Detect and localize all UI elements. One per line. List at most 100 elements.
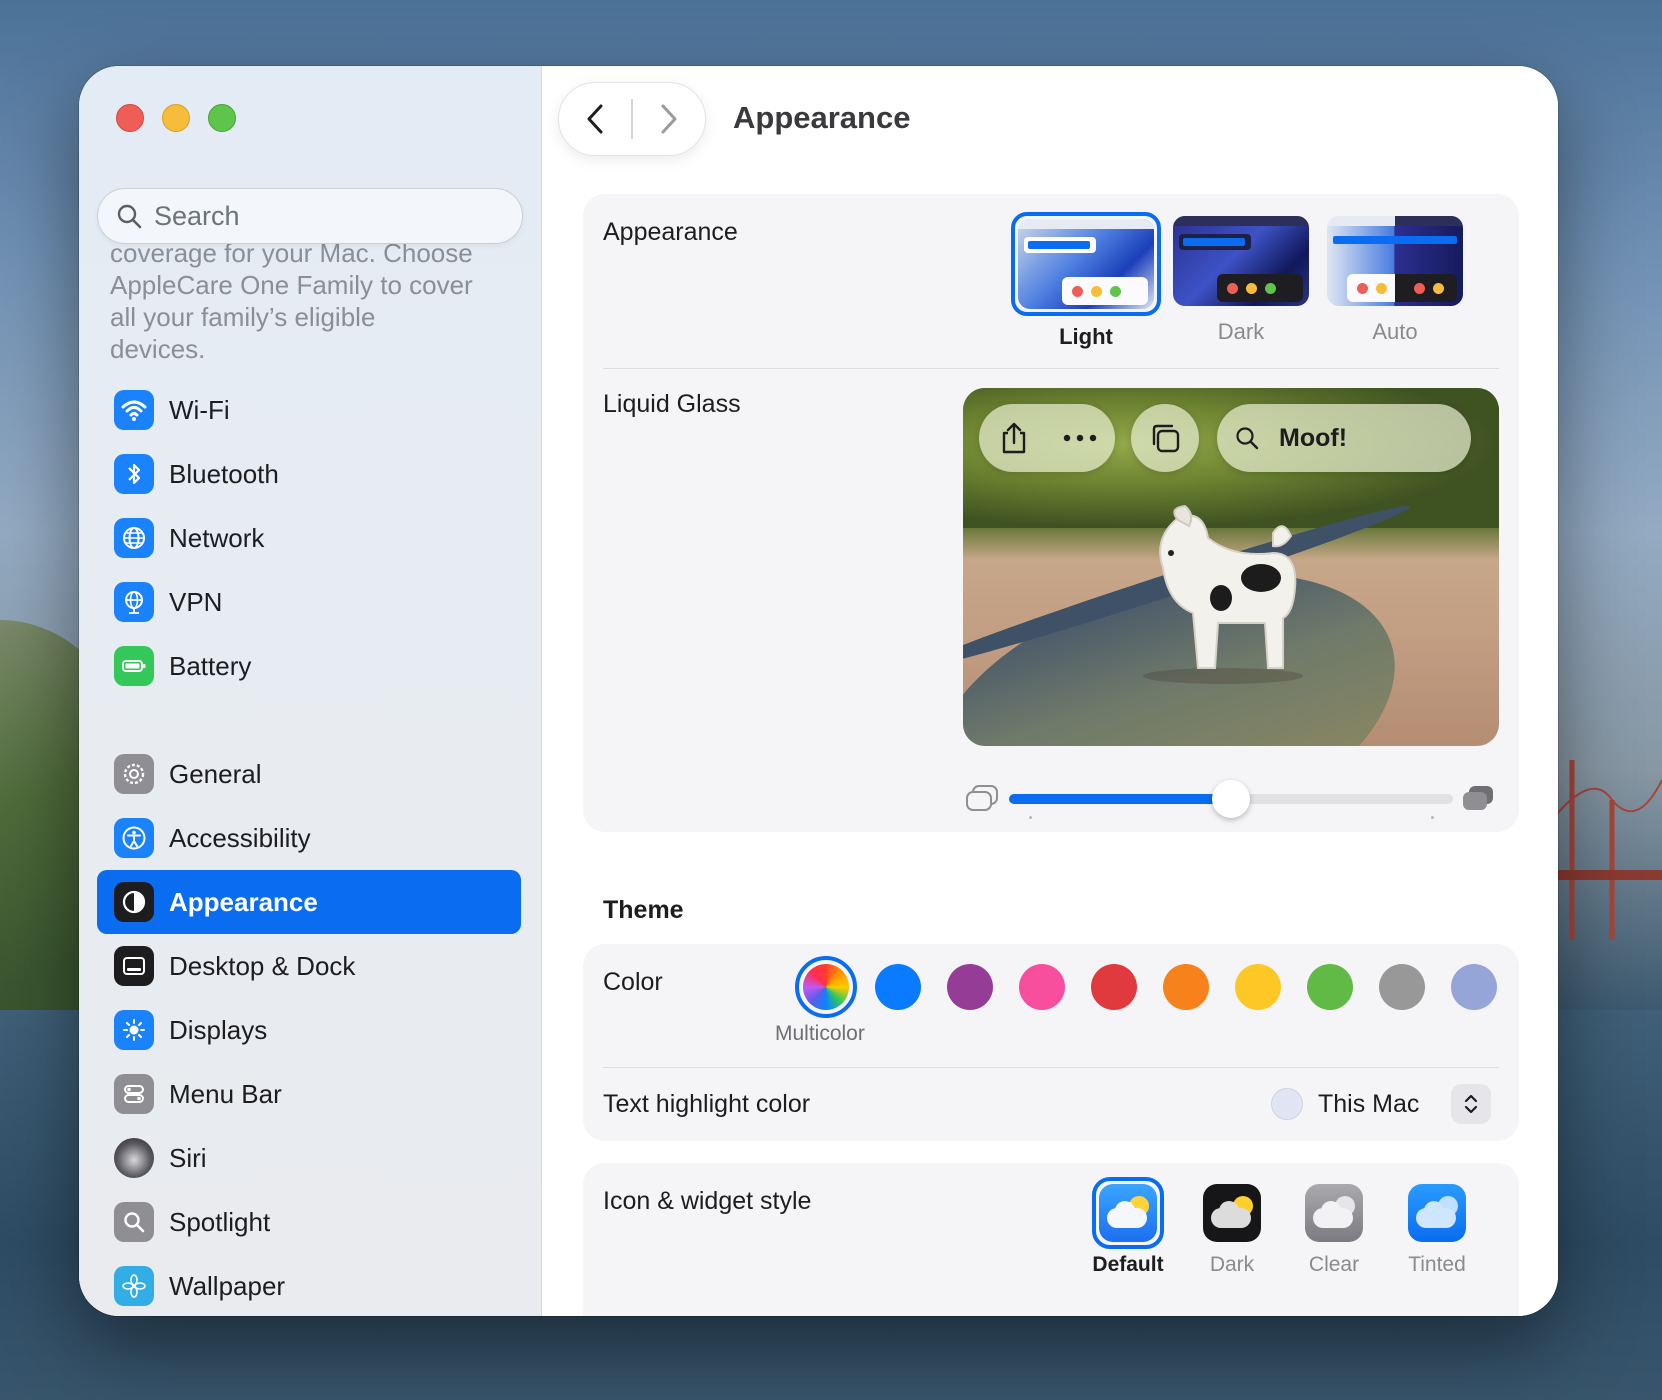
gear-icon xyxy=(114,754,154,794)
highlight-swatch xyxy=(1271,1088,1303,1120)
globe-icon xyxy=(114,518,154,558)
icon-style-clear[interactable]: Clear xyxy=(1284,1177,1384,1277)
sidebar-item-appearance[interactable]: Appearance xyxy=(97,870,521,934)
slider-knob[interactable] xyxy=(1212,780,1250,818)
tinted-glass-icon[interactable] xyxy=(1461,784,1495,812)
sidebar-item-label: Wallpaper xyxy=(169,1270,286,1301)
zoom-button[interactable] xyxy=(208,104,236,132)
menubar-icon xyxy=(114,1074,154,1114)
sidebar-item-menu-bar[interactable]: Menu Bar xyxy=(97,1062,521,1126)
sidebar-item-siri[interactable]: Siri xyxy=(97,1126,521,1190)
chevron-up-down-icon xyxy=(1464,1094,1478,1114)
sidebar-item-wifi[interactable]: Wi-Fi xyxy=(97,378,521,442)
more-icon[interactable] xyxy=(1063,434,1097,442)
icon-style-option-label: Dark xyxy=(1209,1253,1255,1276)
weather-icon xyxy=(1305,1184,1363,1242)
color-swatch-yellow[interactable] xyxy=(1235,964,1281,1010)
appearance-option-dark[interactable]: Dark xyxy=(1166,212,1316,345)
color-swatch-green[interactable] xyxy=(1307,964,1353,1010)
sidebar-item-label: Appearance xyxy=(169,886,318,917)
icon-style-label: Icon & widget style xyxy=(603,1187,812,1215)
color-swatch-wallpaper[interactable] xyxy=(1451,964,1497,1010)
color-swatch-pink[interactable] xyxy=(1019,964,1065,1010)
dark-preview xyxy=(1173,216,1309,306)
sidebar-item-vpn[interactable]: VPN xyxy=(97,570,521,634)
sidebar-group-connectivity: Wi-Fi Bluetooth Network VPN Battery xyxy=(97,378,521,698)
clear-glass-icon[interactable] xyxy=(965,784,999,812)
appearance-option-auto[interactable]: Auto xyxy=(1320,212,1470,345)
forward-button[interactable] xyxy=(633,82,705,156)
window-controls xyxy=(116,104,236,132)
sidebar-item-label: Spotlight xyxy=(169,1206,271,1237)
sidebar-item-label: Displays xyxy=(169,1014,268,1045)
color-swatch-purple[interactable] xyxy=(947,964,993,1010)
sidebar-item-desktop-dock[interactable]: Desktop & Dock xyxy=(97,934,521,998)
magnifier-icon xyxy=(114,1202,154,1242)
weather-icon xyxy=(1203,1184,1261,1242)
icon-style-option-label: Clear xyxy=(1308,1253,1360,1276)
color-label: Color xyxy=(603,968,663,996)
weather-icon xyxy=(1408,1184,1466,1242)
icon-style-default[interactable]: Default xyxy=(1078,1177,1178,1277)
navigation-buttons xyxy=(558,82,706,156)
liquid-glass-label: Liquid Glass xyxy=(603,390,741,418)
icon-style-option-label: Default xyxy=(1092,1253,1164,1276)
sidebar-item-label: Menu Bar xyxy=(169,1078,282,1109)
sidebar-item-label: Desktop & Dock xyxy=(169,950,356,981)
sidebar-item-accessibility[interactable]: Accessibility xyxy=(97,806,521,870)
sidebar-item-label: Network xyxy=(169,522,265,553)
sidebar-item-label: Bluetooth xyxy=(169,458,279,489)
dock-icon xyxy=(114,946,154,986)
search-field[interactable]: Search xyxy=(97,188,523,244)
color-swatch-blue[interactable] xyxy=(875,964,921,1010)
sidebar-item-bluetooth[interactable]: Bluetooth xyxy=(97,442,521,506)
battery-icon xyxy=(114,646,154,686)
color-swatch-orange[interactable] xyxy=(1163,964,1209,1010)
close-button[interactable] xyxy=(116,104,144,132)
liquid-glass-slider[interactable] xyxy=(1009,780,1453,818)
golden-gate-bridge xyxy=(1552,760,1662,940)
light-preview xyxy=(1018,219,1154,309)
appearance-option-light[interactable]: Light xyxy=(1011,212,1161,350)
address-text: Moof! xyxy=(1279,423,1348,452)
wifi-icon xyxy=(114,390,154,430)
appearance-card: Appearance Light Dark Auto Liquid Glass … xyxy=(583,194,1519,832)
weather-icon xyxy=(1099,1184,1157,1242)
color-swatch-red[interactable] xyxy=(1091,964,1137,1010)
icon-style-tinted[interactable]: Tinted xyxy=(1387,1177,1487,1277)
tabs-button[interactable] xyxy=(1131,404,1199,472)
sidebar-item-network[interactable]: Network xyxy=(97,506,521,570)
promo-line: all your family’s eligible xyxy=(110,302,376,332)
color-swatch-multicolor[interactable] xyxy=(803,964,849,1010)
highlight-popup-button[interactable] xyxy=(1451,1084,1491,1124)
sidebar-item-label: Accessibility xyxy=(169,822,311,853)
search-icon xyxy=(1236,427,1259,450)
promo-line: devices. xyxy=(110,334,206,364)
icon-style-dark[interactable]: Dark xyxy=(1182,1177,1282,1277)
sidebar-item-displays[interactable]: Displays xyxy=(97,998,521,1062)
highlight-value[interactable]: This Mac xyxy=(1318,1090,1419,1119)
appearance-option-label: Auto xyxy=(1372,319,1418,344)
bluetooth-icon xyxy=(114,454,154,494)
theme-heading: Theme xyxy=(603,896,684,924)
text-highlight-label: Text highlight color xyxy=(603,1090,811,1118)
color-swatch-graphite[interactable] xyxy=(1379,964,1425,1010)
share-icon[interactable] xyxy=(999,421,1029,455)
sidebar-item-battery[interactable]: Battery xyxy=(97,634,521,698)
liquid-glass-preview: Moof! xyxy=(963,388,1499,746)
divider xyxy=(603,368,1499,369)
sidebar-item-spotlight[interactable]: Spotlight xyxy=(97,1190,521,1254)
sidebar-item-general[interactable]: General xyxy=(97,742,521,806)
minimize-button[interactable] xyxy=(162,104,190,132)
sidebar-item-wallpaper[interactable]: Wallpaper xyxy=(97,1254,521,1316)
appearance-icon xyxy=(114,882,154,922)
tabs-icon xyxy=(1152,424,1180,453)
auto-preview xyxy=(1327,216,1463,306)
sidebar-item-label: Siri xyxy=(169,1142,207,1173)
slider-tick xyxy=(1029,816,1032,819)
icon-style-card: Icon & widget style Default Dark Clear T… xyxy=(583,1163,1519,1316)
back-button[interactable] xyxy=(559,82,631,156)
address-bar[interactable]: Moof! xyxy=(1217,404,1471,472)
search-placeholder: Search xyxy=(154,200,240,231)
chevron-left-icon xyxy=(587,104,603,134)
